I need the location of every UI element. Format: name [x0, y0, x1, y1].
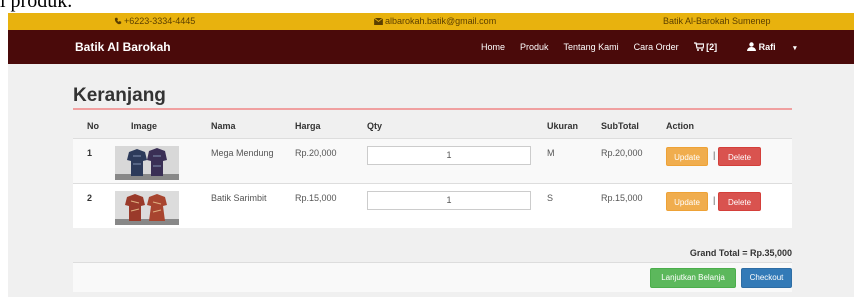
header-qty: Qty [367, 121, 383, 131]
caret-down-icon: ▾ [793, 45, 797, 52]
row-harga: Rp.20,000 [295, 148, 337, 158]
table-header: No Image Nama Harga Qty Ukuran SubTotal … [73, 116, 792, 138]
table-row: 1 Mega Mendung Rp.20,000 1 M Rp.20,000 U… [73, 138, 792, 183]
cart-count: [2] [706, 42, 718, 52]
checkout-button[interactable]: Checkout [741, 268, 792, 288]
nav-user-menu[interactable]: Rafi ▾ [747, 42, 812, 52]
browser-viewport: +6223-3334-4445 albarokah.batik@gmail.co… [8, 13, 854, 297]
continue-shopping-button[interactable]: Lanjutkan Belanja [650, 268, 736, 288]
quantity-input[interactable]: 1 [367, 146, 531, 165]
user-icon [747, 42, 757, 51]
row-nama: Batik Sarimbit [211, 193, 267, 203]
nav-item-tentang-kami[interactable]: Tentang Kami [564, 42, 619, 52]
cart-table: No Image Nama Harga Qty Ukuran SubTotal … [73, 116, 792, 292]
header-harga: Harga [295, 121, 321, 131]
phone-icon [114, 17, 122, 25]
page-caption-text: i produk. [0, 0, 73, 12]
header-action: Action [666, 121, 694, 131]
header-image: Image [131, 121, 158, 131]
row-harga: Rp.15,000 [295, 193, 337, 203]
nav-cart[interactable]: [2] [693, 42, 733, 52]
nav-item-cara-order[interactable]: Cara Order [634, 42, 679, 52]
nav-item-home[interactable]: Home [481, 42, 505, 52]
nav-menu: Home Produk Tentang Kami Cara Order [2] … [481, 42, 812, 52]
row-no: 2 [87, 193, 93, 203]
user-name: Rafi [758, 42, 776, 52]
top-info-bar: +6223-3334-4445 albarokah.batik@gmail.co… [8, 13, 854, 30]
row-subtotal: Rp.15,000 [601, 193, 643, 203]
quantity-input[interactable]: 1 [367, 191, 531, 210]
header-ukuran: Ukuran [547, 121, 579, 131]
cart-footer: Lanjutkan Belanja Checkout [73, 262, 792, 292]
envelope-icon [374, 18, 383, 25]
product-thumbnail [115, 146, 179, 180]
header-nama: Nama [211, 121, 236, 131]
cart-icon [693, 42, 705, 51]
delete-button[interactable]: Delete [718, 192, 761, 211]
row-subtotal: Rp.20,000 [601, 148, 643, 158]
phone-number: +6223-3334-4445 [124, 16, 196, 26]
phone-info: +6223-3334-4445 [114, 16, 195, 26]
email-info: albarokah.batik@gmail.com [374, 16, 496, 26]
action-separator: | [713, 195, 716, 205]
main-navbar: Batik Al Barokah Home Produk Tentang Kam… [8, 30, 854, 64]
update-button[interactable]: Update [666, 147, 708, 166]
row-no: 1 [87, 148, 93, 158]
row-ukuran: M [547, 148, 555, 158]
action-separator: | [713, 150, 716, 160]
table-row: 2 Batik Sarimbit Rp.15,000 1 S Rp.15,000… [73, 183, 792, 228]
email-address: albarokah.batik@gmail.com [385, 16, 497, 26]
row-ukuran: S [547, 193, 554, 203]
delete-button[interactable]: Delete [718, 147, 761, 166]
shop-name: Batik Al-Barokah Sumenep [663, 16, 771, 26]
nav-item-produk[interactable]: Produk [520, 42, 549, 52]
header-subtotal: SubTotal [601, 121, 639, 131]
product-thumbnail [115, 191, 179, 225]
row-nama: Mega Mendung [211, 148, 274, 158]
brand-logo-text[interactable]: Batik Al Barokah [75, 40, 171, 54]
page-title: Keranjang [73, 85, 166, 106]
header-no: No [87, 121, 99, 131]
update-button[interactable]: Update [666, 192, 708, 211]
title-underline [73, 108, 792, 110]
grand-total: Grand Total = Rp.35,000 [689, 248, 792, 258]
